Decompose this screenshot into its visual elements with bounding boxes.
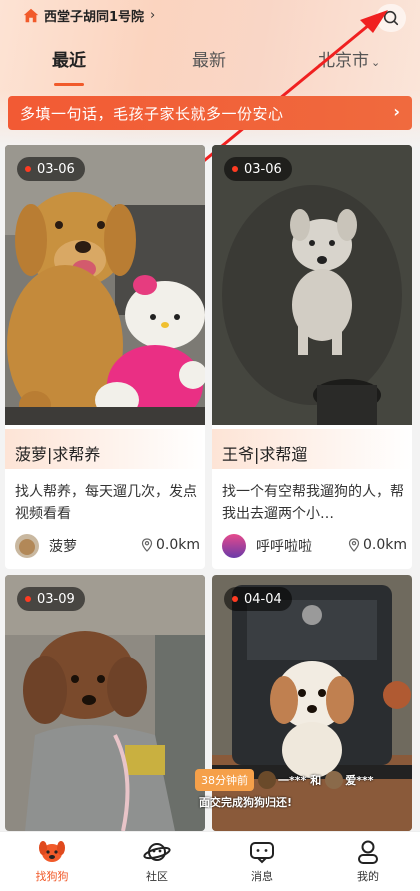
date-badge: 03-06 [17, 157, 85, 181]
info-banner[interactable]: 多填一句话，毛孩子家长就多一份安心 › [8, 96, 412, 130]
avatar [15, 534, 39, 558]
card-user-row: 呼呼啦啦 0.0km [222, 533, 407, 559]
nav-label: 找狗狗 [35, 870, 69, 883]
banner-text: 多填一句话，毛孩子家长就多一份安心 [20, 104, 284, 123]
nav-find-dog[interactable]: 找狗狗 [22, 838, 82, 884]
activity-notice: 38分钟前 一*** 和 爱*** [195, 767, 374, 793]
distance: 0.0km [348, 537, 407, 553]
notice-connector: 和 [310, 774, 322, 787]
card-title: 菠萝|求帮养 [15, 445, 101, 464]
pet-photo: 03-09 [5, 575, 205, 831]
date-text: 03-06 [37, 161, 75, 177]
date-text: 04-04 [244, 591, 282, 607]
card-title: 王爷|求帮遛 [222, 445, 308, 464]
nav-label: 消息 [251, 870, 273, 883]
distance: 0.0km [141, 537, 200, 553]
card-user-row: 菠萝 0.0km [15, 533, 200, 559]
date-badge: 03-09 [17, 587, 85, 611]
avatar [222, 534, 246, 558]
chat-icon [250, 842, 274, 864]
pet-photo: 03-06 [5, 145, 205, 425]
location-pin-icon [348, 538, 360, 552]
chevron-right-icon: › [393, 102, 400, 121]
avatar [258, 771, 276, 789]
distance-text: 0.0km [155, 537, 200, 553]
pet-card[interactable]: 03-06 王爷|求帮遛 找一个有空帮我遛狗的人，帮我出去遛两个小… 呼呼啦啦 … [212, 145, 412, 569]
nav-profile[interactable]: 我的 [338, 838, 398, 884]
date-text: 03-09 [37, 591, 75, 607]
username: 呼呼啦啦 [256, 539, 312, 555]
nav-label: 社区 [146, 870, 168, 883]
notice-message: 面交完成狗狗归还! [199, 796, 293, 809]
date-text: 03-06 [244, 161, 282, 177]
badge-dot [25, 596, 31, 602]
badge-dot [232, 596, 238, 602]
distance-text: 0.0km [362, 537, 407, 553]
pet-card[interactable]: 03-06 菠萝|求帮养 找人帮养，每天遛几次，发点视频看看 菠萝 0.0km [5, 145, 205, 569]
badge-dot [232, 166, 238, 172]
avatar [325, 771, 344, 789]
notice-user-a: 一*** [278, 774, 307, 787]
date-badge: 04-04 [224, 587, 292, 611]
notice-time: 38分钟前 [195, 769, 254, 791]
nav-community[interactable]: 社区 [127, 838, 187, 884]
date-badge: 03-06 [224, 157, 292, 181]
bottom-nav: 找狗狗 社区 消息 我的 [0, 831, 420, 891]
badge-dot [25, 166, 31, 172]
pet-card[interactable]: 03-09 [5, 575, 205, 831]
location-pin-icon [141, 538, 153, 552]
card-description: 找一个有空帮我遛狗的人，帮我出去遛两个小… [222, 484, 404, 522]
person-icon [358, 840, 378, 864]
nav-messages[interactable]: 消息 [232, 838, 292, 884]
username: 菠萝 [49, 539, 77, 555]
dog-face-icon [39, 841, 65, 862]
card-description: 找人帮养，每天遛几次，发点视频看看 [15, 484, 197, 522]
planet-icon [143, 843, 171, 861]
notice-user-b: 爱*** [345, 774, 374, 787]
pet-photo: 03-06 [212, 145, 412, 425]
nav-label: 我的 [357, 870, 379, 883]
